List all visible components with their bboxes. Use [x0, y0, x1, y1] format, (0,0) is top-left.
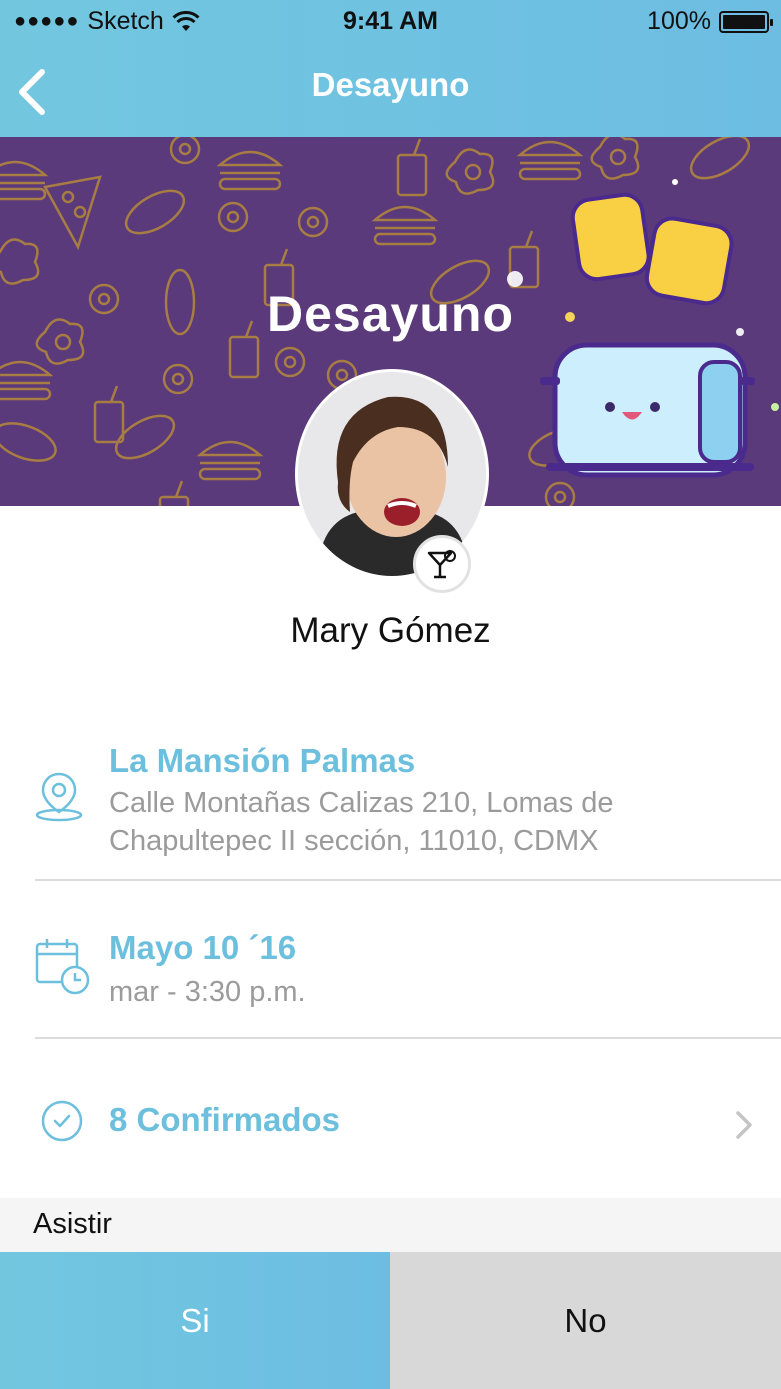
date-time: mar - 3:30 p.m. — [109, 976, 306, 1008]
confirmed-row[interactable]: 8 Confirmados — [0, 1085, 781, 1157]
cocktail-icon — [427, 550, 456, 579]
location-title: La Mansión Palmas — [109, 742, 416, 779]
top-bar: ●●●●● Sketch 9:41 AM 100% Desayuno — [0, 0, 781, 137]
confirmed-label: 8 Confirmados — [109, 1101, 341, 1138]
status-right: 100% — [647, 7, 773, 36]
divider — [35, 879, 781, 881]
address-line-1: Calle Montañas Calizas 210, Lomas de — [109, 787, 614, 819]
location-row[interactable]: La Mansión Palmas Calle Montañas Calizas… — [0, 735, 781, 880]
attend-section-header: Asistir — [0, 1198, 781, 1252]
chevron-right-icon — [736, 1111, 752, 1139]
nav-title: Desayuno — [311, 66, 470, 103]
calendar-clock-icon — [35, 939, 90, 995]
divider — [35, 1037, 781, 1039]
status-bar: ●●●●● Sketch 9:41 AM 100% — [0, 0, 781, 42]
check-circle-icon — [41, 1100, 83, 1142]
attend-yes-button[interactable]: Si — [0, 1252, 390, 1389]
address-line-2: Chapultepec II sección, 11010, CDMX — [109, 825, 599, 857]
battery-percent: 100% — [647, 7, 711, 35]
battery-icon — [719, 10, 773, 33]
attend-no-button[interactable]: No — [390, 1252, 781, 1389]
location-pin-icon — [35, 772, 83, 822]
event-type-badge — [413, 535, 471, 593]
host-name: Mary Gómez — [290, 611, 491, 650]
banner-title: Desayuno — [267, 286, 514, 342]
date-row[interactable]: Mayo 10 ´16 mar - 3:30 p.m. — [0, 920, 781, 1038]
date-title: Mayo 10 ´16 — [109, 929, 297, 966]
attend-label: Asistir — [33, 1208, 112, 1240]
